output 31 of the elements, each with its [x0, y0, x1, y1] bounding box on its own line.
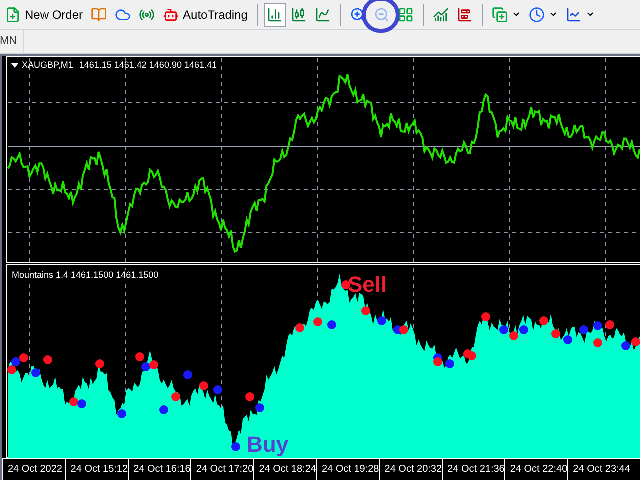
clock-icon — [528, 6, 545, 22]
time-axis-label: 24 Oct 2022 — [2, 459, 65, 480]
buy-label: Buy — [247, 431, 289, 459]
new-order-icon — [5, 6, 21, 22]
time-axis-label: 24 Oct 17:20 — [190, 459, 254, 480]
triangle-icon — [11, 63, 19, 68]
time-axis-label: 24 Oct 20:32 — [378, 459, 442, 480]
cloud-icon — [115, 6, 132, 22]
robot-icon — [163, 6, 180, 22]
time-axis-label: 24 Oct 18:24 — [253, 459, 316, 480]
zoom-out-icon — [374, 6, 390, 22]
book-icon — [91, 6, 108, 22]
toolbar-button[interactable]: AutoTrading — [160, 2, 251, 26]
time-axis-label: 24 Oct 22:40 — [504, 459, 568, 480]
time-axis-label: 24 Oct 21:36 — [442, 459, 504, 480]
chart-ohlc: 1461.15 1461.42 1460.90 1461.41 — [79, 59, 217, 72]
indicator-title: Mountains 1.4 1461.1500 1461.1500 — [12, 270, 159, 280]
time-axis-label: 24 Oct 16:16 — [128, 459, 190, 480]
toolbar-button[interactable]: New Order — [2, 2, 86, 26]
tile-windows-icon — [398, 6, 414, 22]
chart-symbol: XAUGBP,M1 — [22, 59, 74, 72]
line-chart-icon — [314, 6, 331, 22]
time-axis-label: 24 Oct 15:12 — [64, 459, 128, 480]
sell-label: Sell — [348, 271, 388, 299]
signal-icon — [139, 6, 156, 22]
period-button[interactable]: MN — [0, 30, 24, 53]
time-axis-label: 24 Oct 23:44 — [567, 459, 630, 480]
time-axis-label: 24 Oct 19:28 — [316, 459, 379, 480]
toolbar-icon-button[interactable] — [264, 2, 286, 26]
bar-chart-icon — [266, 6, 283, 22]
candlestick-icon — [290, 6, 307, 22]
